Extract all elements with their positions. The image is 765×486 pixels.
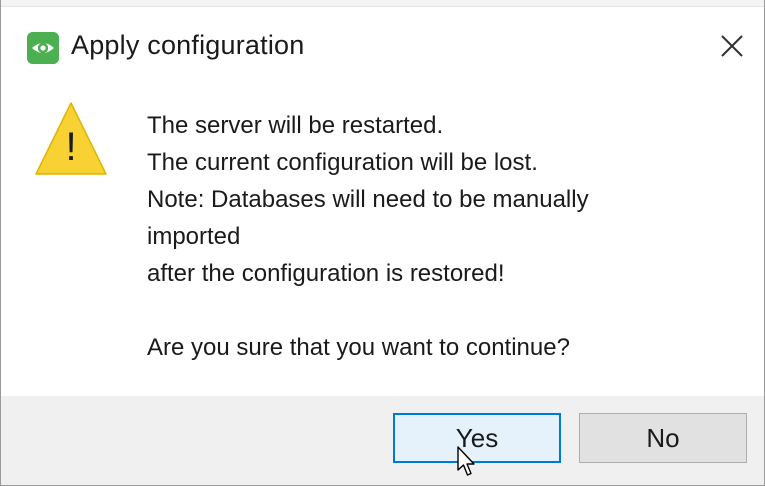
message-line: imported [147, 223, 241, 250]
yes-button-label: Yes [455, 422, 499, 453]
eye-icon [27, 32, 59, 64]
close-button[interactable] [706, 20, 758, 72]
confirmation-question: Are you sure that you want to continue? [147, 334, 570, 361]
message-line: The current configuration will be lost. [147, 149, 538, 176]
title-bar: Apply configuration [1, 6, 764, 84]
message-body: The server will be restarted. The curren… [147, 107, 747, 366]
message-line: The server will be restarted. [147, 112, 444, 139]
close-icon [721, 35, 743, 57]
yes-button[interactable]: Yes [393, 413, 561, 463]
button-bar: Yes No [1, 396, 764, 485]
dialog-title: Apply configuration [71, 30, 305, 60]
message-line: after the configuration is restored! [147, 260, 505, 287]
apply-configuration-dialog: Apply configuration ! The server will be… [0, 0, 765, 486]
message-line: Note: Databases will need to be manually [147, 186, 589, 213]
no-button-label: No [646, 422, 680, 453]
no-button[interactable]: No [579, 413, 747, 463]
warning-glyph: ! [65, 125, 76, 169]
warning-icon: ! [33, 100, 109, 180]
